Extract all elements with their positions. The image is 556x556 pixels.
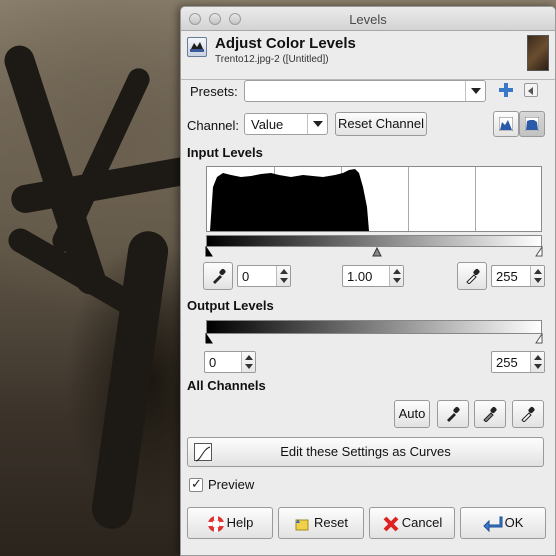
spin-arrows-icon[interactable] [530, 352, 544, 372]
output-gradient [206, 320, 542, 334]
output-levels-title: Output Levels [187, 298, 274, 313]
reset-label: Reset [314, 515, 348, 530]
input-slider-track[interactable] [204, 246, 544, 258]
enter-arrow-icon [482, 516, 503, 532]
preview-checkbox[interactable] [189, 476, 203, 492]
presets-combo[interactable] [244, 80, 486, 102]
output-low-spin[interactable]: 0 [204, 351, 256, 373]
curves-icon [194, 443, 212, 462]
channel-label: Channel: [187, 118, 240, 133]
spin-arrows-icon[interactable] [389, 266, 403, 286]
image-name: Trento12.jpg-2 ([Untitled]) [215, 54, 329, 65]
input-white-spin[interactable]: 255 [491, 265, 545, 287]
spin-arrows-icon[interactable] [241, 352, 255, 372]
window-title: Levels [349, 12, 387, 27]
auto-button[interactable]: Auto [394, 400, 430, 428]
input-black-spin[interactable]: 0 [237, 265, 291, 287]
preview-label: Preview [208, 477, 255, 492]
output-low-handle [205, 333, 213, 344]
gray-eyedropper-icon[interactable] [474, 400, 506, 428]
black-eyedropper-icon[interactable] [437, 400, 469, 428]
edit-as-curves-button[interactable]: Edit these Settings as Curves [187, 437, 544, 467]
help-button[interactable]: Help [187, 507, 273, 539]
plus-icon[interactable] [498, 82, 514, 98]
cancel-label: Cancel [401, 515, 443, 530]
input-levels-title: Input Levels [187, 145, 263, 160]
black-eyedropper-icon[interactable] [203, 262, 233, 290]
white-point-handle [535, 246, 543, 257]
white-eyedropper-icon[interactable] [512, 400, 544, 428]
chevron-down-icon [307, 114, 327, 134]
reset-icon [295, 518, 309, 531]
gamma-handle [372, 246, 382, 257]
image-thumbnail [527, 35, 549, 71]
all-channels-title: All Channels [187, 378, 266, 393]
input-white-value: 255 [496, 269, 518, 284]
white-eyedropper-icon[interactable] [457, 262, 487, 290]
title-bar: Levels [181, 7, 555, 31]
input-black-value: 0 [242, 269, 250, 284]
input-gamma-spin[interactable]: 1.00 [342, 265, 404, 287]
reset-channel-button[interactable]: Reset Channel [335, 112, 427, 136]
ok-button[interactable]: OK [460, 507, 546, 539]
edit-as-curves-label: Edit these Settings as Curves [280, 444, 451, 459]
reset-button[interactable]: Reset [278, 507, 364, 539]
channel-value: Value [251, 117, 284, 132]
histogram-graph [210, 169, 369, 231]
linear-histogram-icon[interactable] [493, 111, 519, 137]
channel-combo[interactable]: Value [244, 113, 328, 135]
black-point-handle [205, 246, 213, 257]
spin-arrows-icon[interactable] [276, 266, 290, 286]
menu-arrow-icon[interactable] [524, 83, 538, 97]
input-gamma-value: 1.00 [347, 269, 373, 284]
help-label: Help [226, 515, 254, 530]
dialog-header: Adjust Color Levels Trento12.jpg-2 ([Unt… [187, 35, 551, 75]
log-histogram-icon[interactable] [519, 111, 545, 137]
histogram [206, 166, 542, 232]
output-low-value: 0 [209, 355, 217, 370]
levels-icon [187, 37, 207, 57]
output-high-handle [535, 333, 543, 344]
output-high-value: 255 [496, 355, 518, 370]
cancel-icon [383, 516, 399, 531]
cancel-button[interactable]: Cancel [369, 507, 455, 539]
lifebuoy-icon [207, 515, 224, 532]
chevron-down-icon [465, 81, 485, 101]
spin-arrows-icon[interactable] [530, 266, 544, 286]
output-high-spin[interactable]: 255 [491, 351, 545, 373]
ok-label: OK [504, 515, 524, 530]
presets-label: Presets: [190, 84, 238, 99]
dialog-title: Adjust Color Levels [215, 35, 356, 52]
output-slider-track[interactable] [204, 333, 544, 345]
